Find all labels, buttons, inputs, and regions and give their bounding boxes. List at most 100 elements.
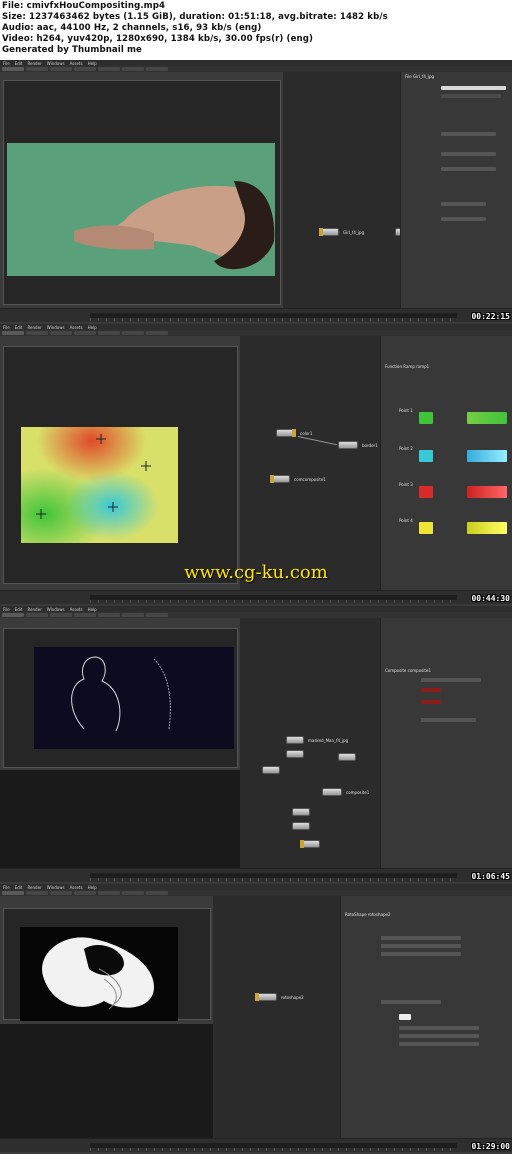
node-label: Girl_f4_jpg (343, 230, 365, 235)
node-rotoshape[interactable] (255, 993, 277, 1001)
node-viewer[interactable] (300, 840, 320, 848)
node-source[interactable] (286, 736, 304, 744)
param-field[interactable] (399, 1042, 479, 1046)
network-editor[interactable]: masked_Man_f4_jpg composite1 (240, 618, 380, 868)
param-field[interactable] (441, 202, 486, 206)
param-title: RotoShape rotoshape2 (345, 912, 391, 917)
param-field[interactable] (421, 718, 476, 722)
secondary-viewer[interactable] (0, 770, 240, 868)
node-color[interactable] (262, 766, 280, 774)
param-color[interactable] (421, 700, 441, 704)
network-editor[interactable]: rotoshape2 (213, 896, 340, 1138)
param-title: Composite composite1 (385, 668, 431, 673)
node-border[interactable] (338, 441, 358, 449)
viewer-pane (0, 72, 283, 308)
image-viewer[interactable] (3, 628, 238, 768)
param-field[interactable] (381, 936, 461, 940)
node-label: color1 (300, 431, 313, 436)
param-title: File Girl_f4_jpg (405, 74, 435, 79)
video-line: Video: h264, yuv420p, 1280x690, 1384 kb/… (2, 34, 314, 44)
node-label: border1 (362, 443, 378, 448)
node-composite[interactable] (270, 475, 290, 483)
node-girl-jpg[interactable] (319, 228, 339, 236)
watermark: www.cg-ku.com (184, 562, 328, 583)
thumbnail-frame-4: File Edit Render Windows Assets Help rotoshap… (0, 884, 512, 1154)
color-ramp-yellow[interactable] (467, 522, 507, 534)
timeline-ticks (90, 878, 457, 881)
viewer-pane (0, 896, 213, 1138)
generator-line: Generated by Thumbnail me (2, 45, 142, 55)
parameter-panel[interactable]: File Girl_f4_jpg (400, 72, 512, 308)
color-ramp-red[interactable] (467, 486, 507, 498)
viewer-image (20, 927, 178, 1021)
viewer-pane (0, 336, 240, 590)
parameter-panel[interactable]: Function Ramp ramp1 Point 1 Point 2 Poin… (380, 336, 512, 590)
timestamp: 01:06:45 (471, 872, 510, 881)
param-field[interactable] (441, 94, 501, 98)
param-field[interactable] (421, 678, 481, 682)
param-field[interactable] (381, 1000, 441, 1004)
param-field[interactable] (381, 944, 461, 948)
timestamp: 00:22:15 (471, 312, 510, 321)
param-field[interactable] (399, 1034, 479, 1038)
node-label: rotoshape2 (281, 995, 304, 1000)
color-ramp-green[interactable] (467, 412, 507, 424)
secondary-viewer[interactable] (0, 1024, 213, 1138)
color-ramp-cyan[interactable] (467, 450, 507, 462)
timeline-ticks (90, 600, 457, 603)
node-label: composite1 (346, 790, 370, 795)
param-field[interactable] (441, 132, 496, 136)
timeline-ticks (90, 1148, 457, 1151)
node-colorkey[interactable] (338, 753, 356, 761)
playbar[interactable] (0, 1138, 512, 1152)
thumbnail-frame-3: File Edit Render Windows Assets Help masked_M… (0, 606, 512, 884)
playbar[interactable] (0, 590, 512, 604)
ramp-point-label: Point 1 (399, 408, 413, 413)
file-line: File: cmivfxHouCompositing.mp4 (2, 1, 166, 11)
param-field[interactable] (399, 1026, 479, 1030)
playbar[interactable] (0, 308, 512, 322)
color-swatch-green[interactable] (419, 412, 433, 424)
parameter-panel[interactable]: Composite composite1 (380, 618, 512, 868)
viewer-image (7, 143, 275, 276)
color-swatch-red[interactable] (419, 486, 433, 498)
timeline-ticks (90, 318, 457, 321)
color-swatch-cyan[interactable] (419, 450, 433, 462)
param-color-white[interactable] (399, 1014, 411, 1020)
network-editor[interactable]: color1 border1 comcomposite1 (240, 336, 380, 590)
playbar[interactable] (0, 868, 512, 882)
parameter-panel[interactable]: RotoShape rotoshape2 (340, 896, 512, 1138)
ramp-point-label: Point 4 (399, 518, 413, 523)
node-wire (297, 436, 338, 446)
node-bluedge[interactable] (286, 750, 304, 758)
node-color[interactable] (276, 429, 296, 437)
node-edge[interactable] (292, 808, 310, 816)
timestamp: 01:29:00 (471, 1142, 510, 1151)
timestamp: 00:44:30 (471, 594, 510, 603)
viewer-image (34, 647, 234, 749)
param-field[interactable] (441, 152, 496, 156)
node-label: comcomposite1 (294, 477, 326, 482)
network-editor[interactable]: Girl_f4_jpg (283, 72, 415, 308)
size-line: Size: 1237463462 bytes (1.15 GiB), durat… (2, 12, 388, 22)
video-info-header: File: cmivfxHouCompositing.mp4 Size: 123… (0, 0, 512, 60)
param-field[interactable] (441, 167, 496, 171)
param-title: Function Ramp ramp1 (385, 364, 430, 369)
image-viewer[interactable] (3, 80, 281, 305)
viewer-pane (0, 618, 240, 868)
param-color[interactable] (421, 688, 441, 692)
ramp-red (21, 427, 178, 543)
color-swatch-yellow[interactable] (419, 522, 433, 534)
edge-plate (34, 647, 234, 749)
node-composite[interactable] (322, 788, 342, 796)
image-viewer[interactable] (3, 346, 238, 584)
param-field[interactable] (441, 217, 486, 221)
param-field[interactable] (381, 952, 461, 956)
ramp-point-label: Point 3 (399, 482, 413, 487)
node-blur[interactable] (292, 822, 310, 830)
node-label: masked_Man_f4_jpg (308, 738, 349, 743)
file-path-field[interactable] (441, 86, 506, 90)
viewer-image (21, 427, 178, 543)
audio-line: Audio: aac, 44100 Hz, 2 channels, s16, 9… (2, 23, 262, 33)
image-viewer[interactable] (3, 908, 211, 1021)
